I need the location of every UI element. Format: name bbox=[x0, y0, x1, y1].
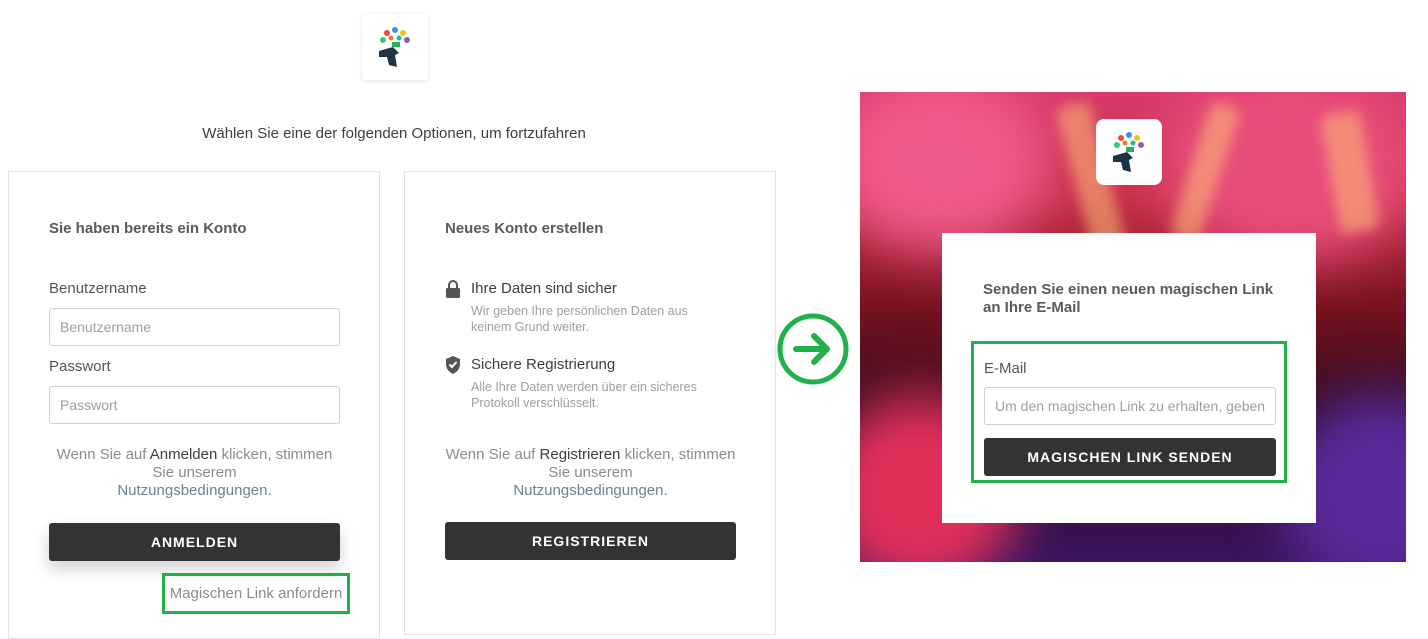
register-button[interactable]: REGISTRIEREN bbox=[445, 522, 736, 560]
background-glow bbox=[860, 92, 1050, 252]
login-button[interactable]: ANMELDEN bbox=[49, 523, 340, 561]
login-terms: Wenn Sie auf Anmelden klicken, stimmen S… bbox=[49, 446, 340, 500]
magic-link-request[interactable]: Magischen Link anfordern bbox=[170, 585, 343, 602]
register-heading: Neues Konto erstellen bbox=[445, 220, 604, 237]
lock-icon bbox=[446, 280, 460, 298]
magic-link-panel: Senden Sie einen neuen magischen Link an… bbox=[942, 233, 1316, 523]
login-terms-action: Anmelden bbox=[149, 446, 218, 463]
register-terms-action: Registrieren bbox=[539, 446, 621, 463]
magic-link-highlight: Magischen Link anfordern bbox=[162, 573, 350, 614]
feature-desc: Alle Ihre Daten werden über ein sicheres… bbox=[471, 380, 697, 410]
email-label: E-Mail bbox=[984, 360, 1027, 377]
magic-panel-heading: Senden Sie einen neuen magischen Link an… bbox=[983, 281, 1274, 316]
intro-text: Wählen Sie eine der folgenden Optionen, … bbox=[202, 125, 586, 142]
logo-icon bbox=[379, 27, 410, 67]
email-highlight: E-Mail MAGISCHEN LINK SENDEN bbox=[971, 341, 1287, 483]
feature-title: Ihre Daten sind sicher bbox=[471, 280, 617, 297]
register-card: Neues Konto erstellen Ihre Daten sind si… bbox=[404, 171, 776, 635]
send-magic-link-button[interactable]: MAGISCHEN LINK SENDEN bbox=[984, 438, 1276, 476]
shield-check-icon bbox=[446, 356, 460, 374]
logo-icon bbox=[1113, 132, 1144, 172]
feature-desc: Wir geben Ihre persönlichen Daten aus ke… bbox=[471, 304, 688, 334]
register-terms-link[interactable]: Nutzungsbedingungen. bbox=[513, 482, 667, 499]
panel-logo bbox=[1096, 119, 1162, 185]
password-input[interactable] bbox=[49, 386, 340, 424]
magic-link-screen: Senden Sie einen neuen magischen Link an… bbox=[860, 92, 1406, 562]
username-input[interactable] bbox=[49, 308, 340, 346]
password-label: Passwort bbox=[49, 358, 111, 375]
login-terms-prefix: Wenn Sie auf bbox=[56, 446, 150, 463]
feature-title: Sichere Registrierung bbox=[471, 356, 616, 373]
register-terms: Wenn Sie auf Registrieren klicken, stimm… bbox=[445, 446, 736, 500]
app-logo bbox=[362, 14, 428, 80]
email-input[interactable] bbox=[984, 387, 1276, 425]
register-terms-prefix: Wenn Sie auf bbox=[445, 446, 540, 463]
login-terms-link[interactable]: Nutzungsbedingungen. bbox=[117, 482, 271, 499]
login-card: Sie haben bereits ein Konto Benutzername… bbox=[8, 171, 380, 639]
login-heading: Sie haben bereits ein Konto bbox=[49, 220, 247, 237]
arrow-right-icon bbox=[777, 313, 849, 385]
username-label: Benutzername bbox=[49, 280, 147, 297]
